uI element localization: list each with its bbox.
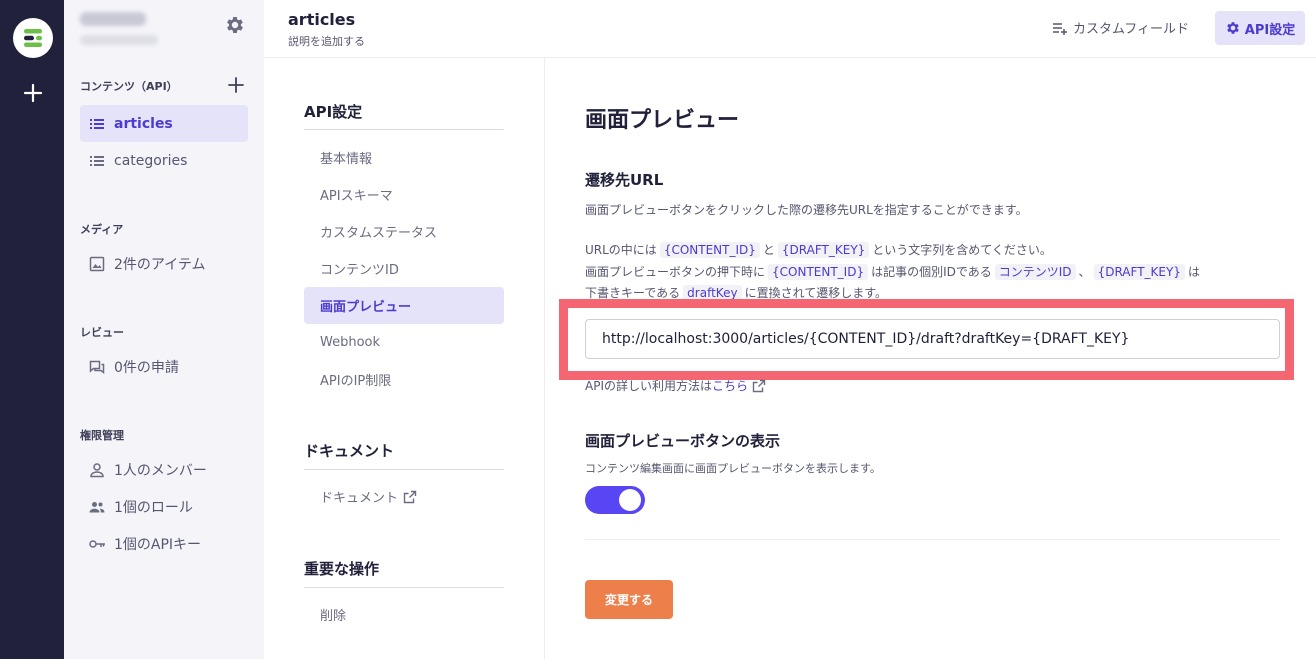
redirect-url-description: 画面プレビューボタンをクリックした際の遷移先URLを指定することができます。 (585, 203, 1028, 217)
service-sidebar: コンテンツ（API） articles categories メディア 2件のア… (64, 0, 264, 659)
toggle-knob (619, 489, 641, 511)
custom-field-button[interactable]: カスタムフィールド (1052, 18, 1189, 37)
api-settings-label: API設定 (1244, 22, 1296, 38)
permission-section-title: 権限管理 (80, 429, 124, 442)
key-icon (89, 539, 105, 548)
app-rail (0, 0, 64, 659)
review-chat-icon (89, 360, 105, 374)
sidebar-item-label: 1人のメンバー (114, 462, 207, 479)
api-usage-link[interactable]: こちら (712, 377, 766, 394)
sidebar-item-roles[interactable]: 1個のロール (80, 488, 248, 525)
service-id-blurred (80, 35, 158, 45)
api-usage-link-label: こちら (712, 379, 749, 393)
page-title: 画面プレビュー (585, 108, 740, 133)
service-name-blurred (80, 12, 146, 26)
note-text: という文字列を含めてください。 (872, 243, 1052, 257)
menu-divider (304, 129, 504, 130)
list-icon (90, 155, 104, 166)
code-content-id: {CONTENT_ID} (768, 264, 869, 280)
add-api-icon[interactable] (226, 75, 246, 95)
save-button[interactable]: 変更する (585, 580, 673, 619)
api-usage-line: APIの詳しい利用方法は こちら (585, 377, 766, 394)
sidebar-item-label: 1個のAPIキー (114, 536, 202, 553)
note-text: URLの中には (585, 243, 657, 257)
logo-mark-icon (24, 29, 42, 47)
menu-item-content-id[interactable]: コンテンツID (304, 250, 504, 287)
sidebar-item-label: 1個のロール (114, 499, 193, 516)
sidebar-item-label: categories (114, 152, 188, 169)
code-contents-id: コンテンツID (994, 264, 1076, 280)
code-draft-key: {DRAFT_KEY} (1093, 264, 1185, 280)
add-service-icon[interactable] (22, 82, 44, 104)
preview-button-display-title: 画面プレビューボタンの表示 (585, 432, 781, 450)
menu-item-basic-info[interactable]: 基本情報 (304, 139, 504, 176)
custom-field-label: カスタムフィールド (1073, 22, 1189, 37)
service-settings-gear-icon[interactable] (224, 14, 246, 36)
menu-item-label: ドキュメント (320, 491, 399, 506)
image-icon (89, 256, 105, 271)
group-icon (89, 501, 105, 512)
sidebar-item-label: articles (114, 115, 173, 132)
list-icon (90, 118, 104, 129)
sidebar-item-review[interactable]: 0件の申請 (80, 348, 248, 385)
menu-section-api-settings: API設定 (304, 103, 363, 121)
menu-divider (304, 587, 504, 588)
code-draft-key: {DRAFT_KEY} (777, 242, 870, 258)
menu-item-delete[interactable]: 削除 (304, 596, 504, 633)
menu-item-screen-preview[interactable]: 画面プレビュー (304, 287, 504, 324)
code-draftkey-param: draftKey (683, 285, 742, 301)
menu-section-documents: ドキュメント (304, 442, 395, 460)
menu-item-custom-status[interactable]: カスタムステータス (304, 213, 504, 250)
note-text: は (1187, 265, 1200, 279)
settings-menu: API設定 基本情報 APIスキーマ カスタムステータス コンテンツID 画面プ… (264, 58, 545, 659)
note-text: 画面プレビューボタンの押下時に (585, 265, 766, 279)
sidebar-item-label: 2件のアイテム (114, 256, 206, 273)
menu-item-api-schema[interactable]: APIスキーマ (304, 176, 504, 213)
sidebar-item-articles[interactable]: articles (80, 105, 248, 142)
page-header: articles 説明を追加する カスタムフィールド API設定 (264, 0, 1316, 58)
sidebar-item-label: 0件の申請 (114, 359, 179, 376)
sidebar-item-api-keys[interactable]: 1個のAPIキー (80, 525, 248, 562)
menu-item-documents[interactable]: ドキュメント (304, 478, 504, 515)
note-text: と (762, 243, 775, 257)
add-list-icon (1053, 22, 1067, 35)
menu-divider (304, 469, 504, 470)
url-note-line-1: URLの中には {CONTENT_ID} と {DRAFT_KEY} という文字列を含め… (585, 241, 1052, 258)
redirect-url-input[interactable] (585, 319, 1280, 359)
review-section-title: レビュー (80, 326, 124, 339)
content-section-title: コンテンツ（API） (80, 80, 178, 93)
menu-item-webhook[interactable]: Webhook (304, 324, 504, 361)
page-api-title: articles (288, 10, 356, 29)
redirect-url-title: 遷移先URL (585, 171, 664, 189)
api-settings-button[interactable]: API設定 (1215, 11, 1305, 45)
preview-button-display-description: コンテンツ編集画面に画面プレビューボタンを表示します。 (585, 462, 881, 475)
microcms-logo[interactable] (13, 18, 53, 58)
note-text: 下書きキーである (585, 286, 681, 300)
code-content-id: {CONTENT_ID} (659, 242, 760, 258)
note-text: 、 (1078, 265, 1091, 279)
section-divider (585, 539, 1280, 540)
gear-icon (1227, 22, 1239, 34)
api-usage-text: APIの詳しい利用方法は (585, 379, 712, 393)
menu-item-ip-restriction[interactable]: APIのIP制限 (304, 361, 504, 398)
external-link-icon (752, 379, 766, 392)
external-link-icon (403, 490, 417, 503)
url-note-line-2: 画面プレビューボタンの押下時に {CONTENT_ID} は記事の個別IDである コン… (585, 263, 1200, 280)
sidebar-item-members[interactable]: 1人のメンバー (80, 451, 248, 488)
sidebar-item-media[interactable]: 2件のアイテム (80, 245, 248, 282)
add-description-link[interactable]: 説明を追加する (288, 33, 365, 49)
sidebar-item-categories[interactable]: categories (80, 142, 248, 179)
url-note-line-3: 下書きキーである draftKey に置換されて遷移します。 (585, 284, 887, 301)
menu-section-danger: 重要な操作 (304, 560, 380, 578)
person-icon (90, 462, 104, 477)
preview-button-toggle[interactable] (585, 486, 645, 514)
media-section-title: メディア (80, 223, 124, 236)
note-text: は記事の個別IDである (871, 265, 992, 279)
note-text: に置換されて遷移します。 (744, 286, 888, 300)
